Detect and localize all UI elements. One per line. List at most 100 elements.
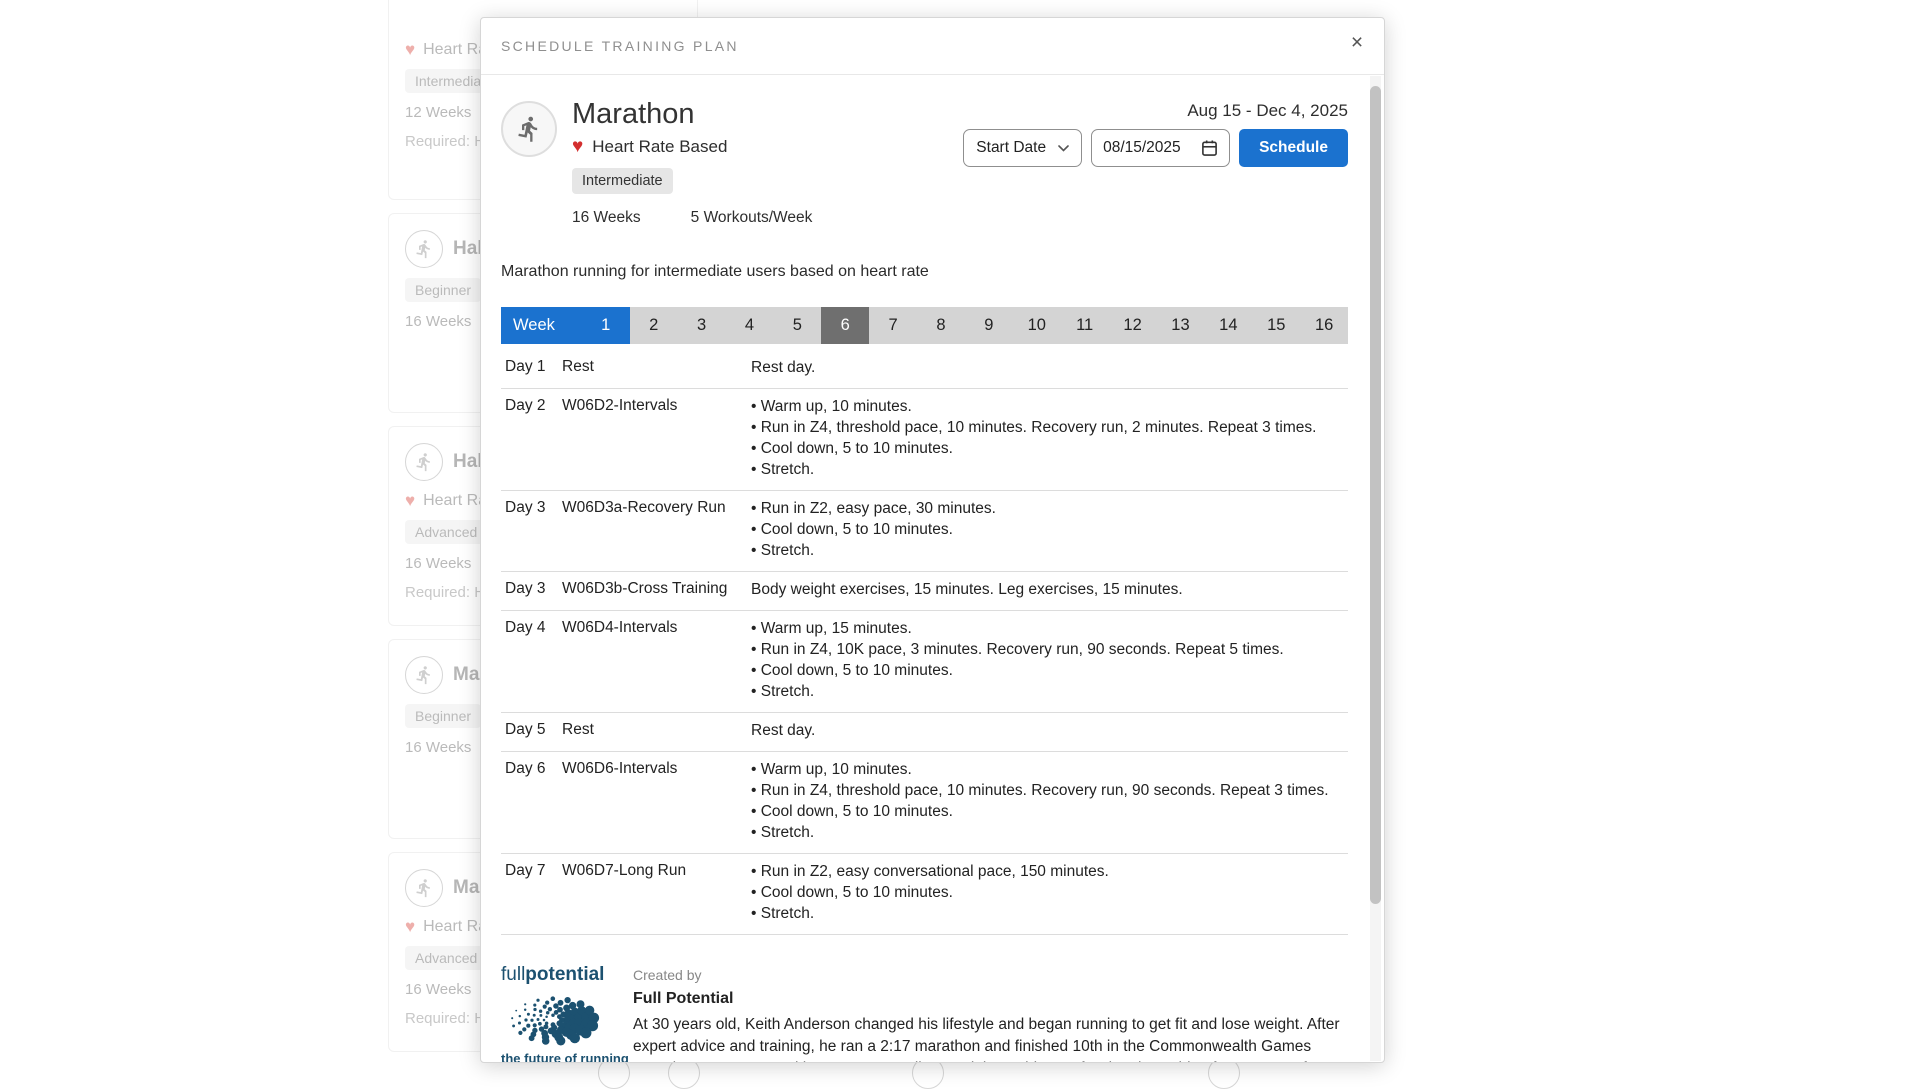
workout-description-cell: Rest day. (751, 721, 1348, 742)
week-tab-15[interactable]: 15 (1252, 307, 1300, 344)
background-weeks: 16 Weeks (405, 555, 471, 572)
workout-description-cell: • Warm up, 15 minutes. • Run in Z4, 10K p… (751, 619, 1348, 703)
table-row: Day 7W06D7-Long Run• Run in Z2, easy con… (501, 854, 1348, 935)
description-line: • Run in Z4, threshold pace, 10 minutes.… (751, 418, 1348, 437)
workout-description-cell: Rest day. (751, 358, 1348, 379)
close-icon[interactable]: × (1345, 32, 1369, 53)
start-date-select[interactable]: Start Date (963, 129, 1082, 167)
start-date-input[interactable]: 08/15/2025 (1091, 129, 1230, 167)
workout-name-cell: Rest (562, 721, 751, 742)
table-row: Day 6W06D6-Intervals• Warm up, 10 minute… (501, 752, 1348, 854)
logo-word-bold: potential (525, 964, 604, 985)
week-tab-2[interactable]: 2 (630, 307, 678, 344)
day-cell: Day 5 (505, 721, 562, 742)
description-line: • Run in Z2, easy conversational pace, 1… (751, 862, 1348, 881)
workout-name-cell: W06D4-Intervals (562, 619, 751, 703)
day-cell: Day 3 (505, 499, 562, 562)
week-tab-13[interactable]: 13 (1157, 307, 1205, 344)
runner-icon (405, 443, 443, 481)
description-line: • Cool down, 5 to 10 minutes. (751, 520, 1348, 539)
plan-title: Marathon (572, 99, 812, 131)
description-line: • Run in Z4, 10K pace, 3 minutes. Recove… (751, 640, 1348, 659)
background-level-badge: Beginner (405, 704, 481, 728)
plan-summary-row: Marathon ♥ Heart Rate Based Intermediate… (501, 99, 1348, 227)
week-tab-8[interactable]: 8 (917, 307, 965, 344)
description-line: • Cool down, 5 to 10 minutes. (751, 802, 1348, 821)
modal-scrollbar-track[interactable] (1370, 76, 1381, 1061)
heart-icon: ♥ (405, 491, 415, 511)
table-row: Day 5RestRest day. (501, 713, 1348, 752)
creator-bio: At 30 years old, Keith Anderson changed … (633, 1014, 1348, 1063)
logo-wordmark: fullpotential (501, 965, 613, 986)
day-cell: Day 7 (505, 862, 562, 925)
week-tab-14[interactable]: 14 (1204, 307, 1252, 344)
plan-weeks: 16 Weeks (572, 209, 641, 227)
runner-icon (405, 230, 443, 268)
week-label: Week (501, 307, 582, 344)
heart-icon: ♥ (405, 40, 415, 60)
background-weeks: 16 Weeks (405, 313, 471, 330)
day-cell: Day 6 (505, 760, 562, 844)
start-date-select-label: Start Date (976, 139, 1046, 157)
modal-scrollbar-thumb[interactable] (1370, 86, 1381, 904)
table-row: Day 2W06D2-Intervals• Warm up, 10 minute… (501, 389, 1348, 491)
description-line: • Warm up, 10 minutes. (751, 397, 1348, 416)
day-cell: Day 2 (505, 397, 562, 481)
workout-name-cell: W06D3a-Recovery Run (562, 499, 751, 562)
description-line: • Cool down, 5 to 10 minutes. (751, 439, 1348, 458)
runner-icon (515, 115, 543, 143)
table-row: Day 1RestRest day. (501, 350, 1348, 389)
plan-avatar (501, 101, 557, 157)
week-tab-1[interactable]: 1 (582, 307, 630, 344)
background-weeks: 16 Weeks (405, 981, 471, 998)
workout-name-cell: Rest (562, 358, 751, 379)
date-range-label: Aug 15 - Dec 4, 2025 (1187, 101, 1348, 121)
day-cell: Day 1 (505, 358, 562, 379)
week-tab-bar: Week 12345678910111213141516 (501, 307, 1348, 344)
description-line: • Stretch. (751, 904, 1348, 923)
description-line: • Stretch. (751, 823, 1348, 842)
workout-description-cell: • Run in Z2, easy pace, 30 minutes. • Coo… (751, 499, 1348, 562)
workout-description-cell: Body weight exercises, 15 minutes. Leg e… (751, 580, 1348, 601)
heart-icon: ♥ (572, 137, 583, 156)
creator-footer: fullpotential the future of running www.… (501, 965, 1348, 1063)
table-row: Day 3W06D3a-Recovery Run• Run in Z2, eas… (501, 491, 1348, 572)
description-line: • Cool down, 5 to 10 minutes. (751, 661, 1348, 680)
week-tab-5[interactable]: 5 (773, 307, 821, 344)
week-tab-3[interactable]: 3 (678, 307, 726, 344)
heart-rate-based-label: Heart Rate Based (592, 137, 727, 157)
background-weeks: 12 Weeks (405, 104, 471, 121)
runner-icon (405, 656, 443, 694)
week-tab-6[interactable]: 6 (821, 307, 869, 344)
modal-content: Marathon ♥ Heart Rate Based Intermediate… (481, 75, 1384, 1063)
description-line: • Run in Z4, threshold pace, 10 minutes.… (751, 781, 1348, 800)
plan-description: Marathon running for intermediate users … (501, 263, 1348, 281)
description-line: • Stretch. (751, 460, 1348, 479)
description-line: • Run in Z2, easy pace, 30 minutes. (751, 499, 1348, 518)
week-tab-7[interactable]: 7 (869, 307, 917, 344)
table-row: Day 4W06D4-Intervals• Warm up, 15 minute… (501, 611, 1348, 713)
description-line: • Stretch. (751, 682, 1348, 701)
day-cell: Day 4 (505, 619, 562, 703)
week-tab-4[interactable]: 4 (726, 307, 774, 344)
schedule-button[interactable]: Schedule (1239, 129, 1348, 167)
logo-word-light: full (501, 964, 525, 985)
description-line: • Warm up, 15 minutes. (751, 619, 1348, 638)
description-line: Rest day. (751, 721, 1348, 740)
created-by-label: Created by (633, 967, 1348, 983)
week-tab-11[interactable]: 11 (1061, 307, 1109, 344)
plan-table: Day 1RestRest day.Day 2W06D2-Intervals• … (501, 350, 1348, 935)
modal-title: SCHEDULE TRAINING PLAN (501, 38, 739, 54)
week-tab-10[interactable]: 10 (1013, 307, 1061, 344)
background-level-badge: Advanced (405, 520, 487, 544)
week-tab-12[interactable]: 12 (1109, 307, 1157, 344)
workout-description-cell: • Run in Z2, easy conversational pace, 1… (751, 862, 1348, 925)
workout-name-cell: W06D7-Long Run (562, 862, 751, 925)
runner-icon (405, 869, 443, 907)
description-line: • Warm up, 10 minutes. (751, 760, 1348, 779)
description-line: • Cool down, 5 to 10 minutes. (751, 883, 1348, 902)
background-weeks: 16 Weeks (405, 739, 471, 756)
week-tab-16[interactable]: 16 (1300, 307, 1348, 344)
workout-name-cell: W06D2-Intervals (562, 397, 751, 481)
week-tab-9[interactable]: 9 (965, 307, 1013, 344)
